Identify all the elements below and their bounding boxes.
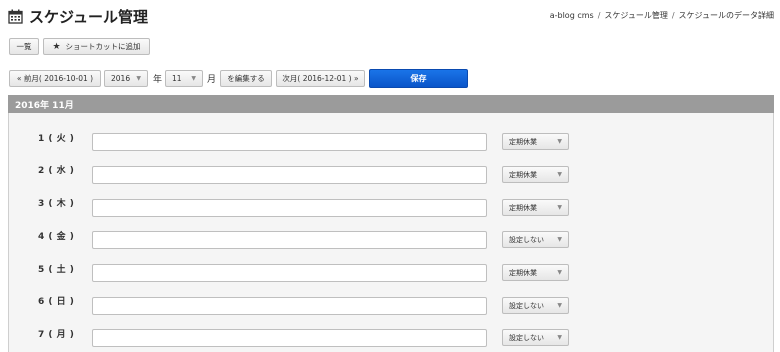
day-status-value: 定期休業 <box>509 268 537 277</box>
chevron-down-icon: ▼ <box>557 204 562 211</box>
breadcrumb-separator: / <box>671 11 675 20</box>
next-month-label: 次月( 2016-12-01 ) » <box>282 74 359 83</box>
breadcrumb-item-current: スケジュールのデータ詳細 <box>678 11 774 20</box>
day-note-input[interactable] <box>92 297 487 315</box>
month-select[interactable]: 11 ▼ <box>165 70 203 87</box>
save-button[interactable]: 保存 <box>369 69 468 88</box>
day-status-value: 定期休業 <box>509 203 537 212</box>
chevron-down-icon: ▼ <box>136 75 141 82</box>
day-note-input[interactable] <box>92 231 487 249</box>
day-status-value: 設定しない <box>509 301 544 310</box>
edit-month-button[interactable]: を編集する <box>220 70 272 87</box>
chevron-down-icon: ▼ <box>557 269 562 276</box>
prev-month-button[interactable]: « 前月( 2016-10-01 ) <box>9 70 101 87</box>
chevron-down-icon: ▼ <box>557 171 562 178</box>
day-status-select[interactable]: 定期休業 ▼ <box>502 166 569 183</box>
chevron-down-icon: ▼ <box>557 138 562 145</box>
breadcrumb-item-schedule[interactable]: スケジュール管理 <box>604 11 667 20</box>
month-select-value: 11 <box>172 74 182 83</box>
chevron-down-icon: ▼ <box>191 75 196 82</box>
day-note-input[interactable] <box>92 166 487 184</box>
chevron-down-icon: ▼ <box>557 302 562 309</box>
chevron-down-icon: ▼ <box>557 334 562 341</box>
day-status-select[interactable]: 定期休業 ▼ <box>502 199 569 216</box>
page-title: スケジュール管理 <box>29 7 148 26</box>
day-status-select[interactable]: 設定しない ▼ <box>502 297 569 314</box>
day-label: 2 ( 水 ) <box>38 166 75 176</box>
month-unit-label: 月 <box>207 75 217 85</box>
year-select[interactable]: 2016 ▼ <box>104 70 148 87</box>
day-label: 3 ( 木 ) <box>38 199 75 209</box>
day-status-select[interactable]: 定期休業 ▼ <box>502 133 569 150</box>
day-status-select[interactable]: 設定しない ▼ <box>502 231 569 248</box>
day-status-select[interactable]: 定期休業 ▼ <box>502 264 569 281</box>
day-label: 7 ( 月 ) <box>38 330 75 340</box>
breadcrumb: a-blog cms / スケジュール管理 / スケジュールのデータ詳細 <box>550 10 774 21</box>
breadcrumb-separator: / <box>597 11 601 20</box>
year-unit-label: 年 <box>153 75 163 85</box>
day-note-input[interactable] <box>92 133 487 151</box>
add-shortcut-label: ショートカットに追加 <box>65 42 141 51</box>
day-status-value: 設定しない <box>509 235 544 244</box>
day-label: 1 ( 火 ) <box>38 134 75 144</box>
day-note-input[interactable] <box>92 199 487 217</box>
breadcrumb-item-home[interactable]: a-blog cms <box>550 11 594 20</box>
day-status-value: 定期休業 <box>509 137 537 146</box>
year-select-value: 2016 <box>111 74 131 83</box>
add-shortcut-button[interactable]: ★ ショートカットに追加 <box>43 38 150 55</box>
edit-month-label: を編集する <box>227 74 265 83</box>
star-icon: ★ <box>52 41 61 52</box>
prev-month-label: « 前月( 2016-10-01 ) <box>16 74 94 83</box>
next-month-button[interactable]: 次月( 2016-12-01 ) » <box>276 70 365 87</box>
day-label: 4 ( 金 ) <box>38 232 75 242</box>
list-button-label: 一覧 <box>16 42 32 51</box>
chevron-down-icon: ▼ <box>557 236 562 243</box>
list-button[interactable]: 一覧 <box>9 38 39 55</box>
day-note-input[interactable] <box>92 329 487 347</box>
page-title-wrap: スケジュール管理 <box>8 6 148 26</box>
day-label: 5 ( 土 ) <box>38 265 75 275</box>
calendar-icon <box>8 9 23 24</box>
save-button-label: 保存 <box>410 74 427 83</box>
panel-heading: 2016年 11月 <box>8 95 774 113</box>
month-heading: 2016年 11月 <box>15 100 74 111</box>
day-status-value: 設定しない <box>509 333 544 342</box>
day-note-input[interactable] <box>92 264 487 282</box>
day-status-select[interactable]: 設定しない ▼ <box>502 329 569 346</box>
day-label: 6 ( 日 ) <box>38 297 75 307</box>
day-status-value: 定期休業 <box>509 170 537 179</box>
